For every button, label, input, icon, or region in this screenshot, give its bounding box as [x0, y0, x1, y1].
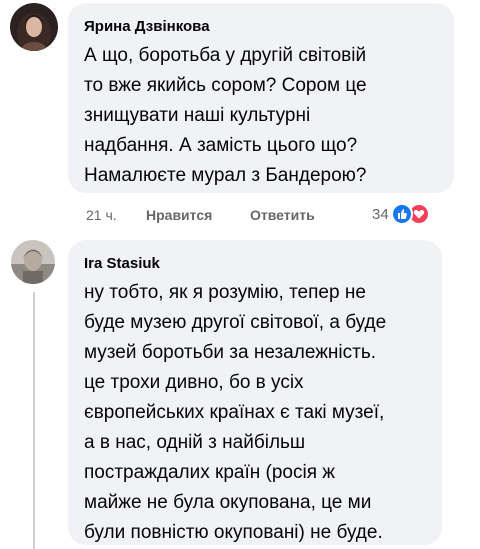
comment-author[interactable]: Ira Stasiuk — [84, 254, 426, 274]
profile-photo-icon — [11, 240, 55, 284]
reaction-count: 34 — [372, 205, 389, 223]
reply-button[interactable]: Ответить — [250, 203, 315, 227]
avatar[interactable] — [11, 240, 55, 284]
comment-bubble: Ярина Дзвінкова А що, боротьба у другій … — [68, 3, 454, 193]
avatar[interactable] — [10, 3, 58, 51]
profile-photo-icon — [10, 3, 58, 51]
reactions-summary[interactable]: 34 — [372, 202, 430, 226]
comment-timestamp[interactable]: 21 ч. — [86, 203, 117, 227]
comment-text: А що, боротьба у другій світовій то вже … — [84, 45, 367, 186]
like-button[interactable]: Нравится — [146, 203, 212, 227]
like-icon — [390, 203, 413, 225]
comment-bubble: Ira Stasiuk ну тобто, як я розумію, тепе… — [68, 240, 442, 545]
reply-thread-line — [33, 292, 35, 549]
comment-text: ну тобто, як я розумію, тепер не буде му… — [84, 282, 387, 543]
comment-author[interactable]: Ярина Дзвінкова — [84, 17, 438, 37]
